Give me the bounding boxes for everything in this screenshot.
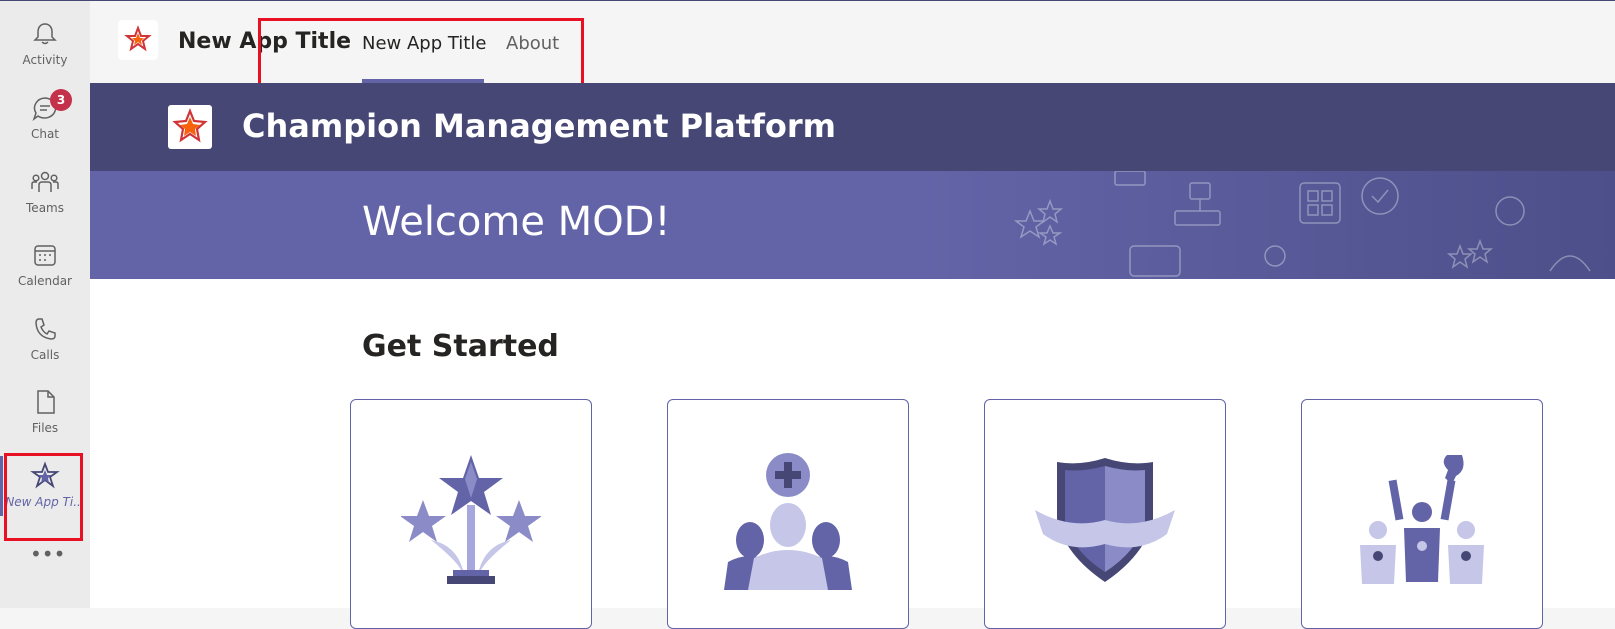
platform-logo: [168, 105, 212, 149]
highlight-box: [258, 18, 584, 92]
card-champions[interactable]: [350, 399, 592, 629]
highlight-box: [4, 453, 83, 541]
rail-label: Chat: [30, 127, 60, 141]
shield-ribbon-icon: [1035, 458, 1175, 582]
bell-icon: [33, 23, 57, 45]
welcome-text: Welcome MOD!: [362, 199, 671, 245]
rail-item-calendar[interactable]: Calendar: [0, 232, 90, 300]
teams-icon: [31, 171, 59, 192]
rail-item-files[interactable]: Files: [0, 379, 90, 447]
phone-icon: [35, 318, 56, 340]
rail-label: Teams: [26, 201, 64, 215]
main-content: Get Started: [90, 279, 1615, 629]
stars-trophy-icon: [401, 455, 541, 584]
file-icon: [37, 390, 55, 414]
calendar-icon: [34, 245, 56, 266]
card-champions-medal[interactable]: [1301, 399, 1543, 629]
platform-title: Champion Management Platform: [242, 107, 837, 145]
rail-item-calls[interactable]: Calls: [0, 306, 90, 374]
decorative-pattern: [1013, 171, 1591, 277]
rail-item-chat[interactable]: 3 Chat: [0, 85, 90, 153]
rail-label: Activity: [22, 53, 68, 67]
card-shield[interactable]: [984, 399, 1226, 629]
app-logo: [118, 20, 158, 60]
app-rail: Activity 3 Chat Teams Calendar Calls Fil…: [0, 1, 90, 608]
champions-medal-icon: [1360, 455, 1484, 584]
rail-label: Calls: [30, 348, 60, 362]
rail-label: Files: [31, 421, 59, 435]
rail-item-activity[interactable]: Activity: [0, 11, 90, 79]
star-logo-icon: [172, 108, 208, 143]
app-header: New App Title New App Title About: [90, 1, 1615, 92]
section-title: Get Started: [362, 329, 559, 364]
add-people-icon: [724, 453, 852, 590]
rail-label: Calendar: [18, 274, 72, 288]
welcome-banner: Welcome MOD!: [90, 171, 1615, 279]
card-add-people[interactable]: [667, 399, 909, 629]
unread-badge: 3: [50, 89, 72, 111]
more-apps-icon[interactable]: •••: [30, 544, 65, 564]
rail-item-teams[interactable]: Teams: [0, 159, 90, 227]
app-star-icon: [124, 25, 152, 52]
platform-banner: Champion Management Platform: [90, 83, 1615, 171]
